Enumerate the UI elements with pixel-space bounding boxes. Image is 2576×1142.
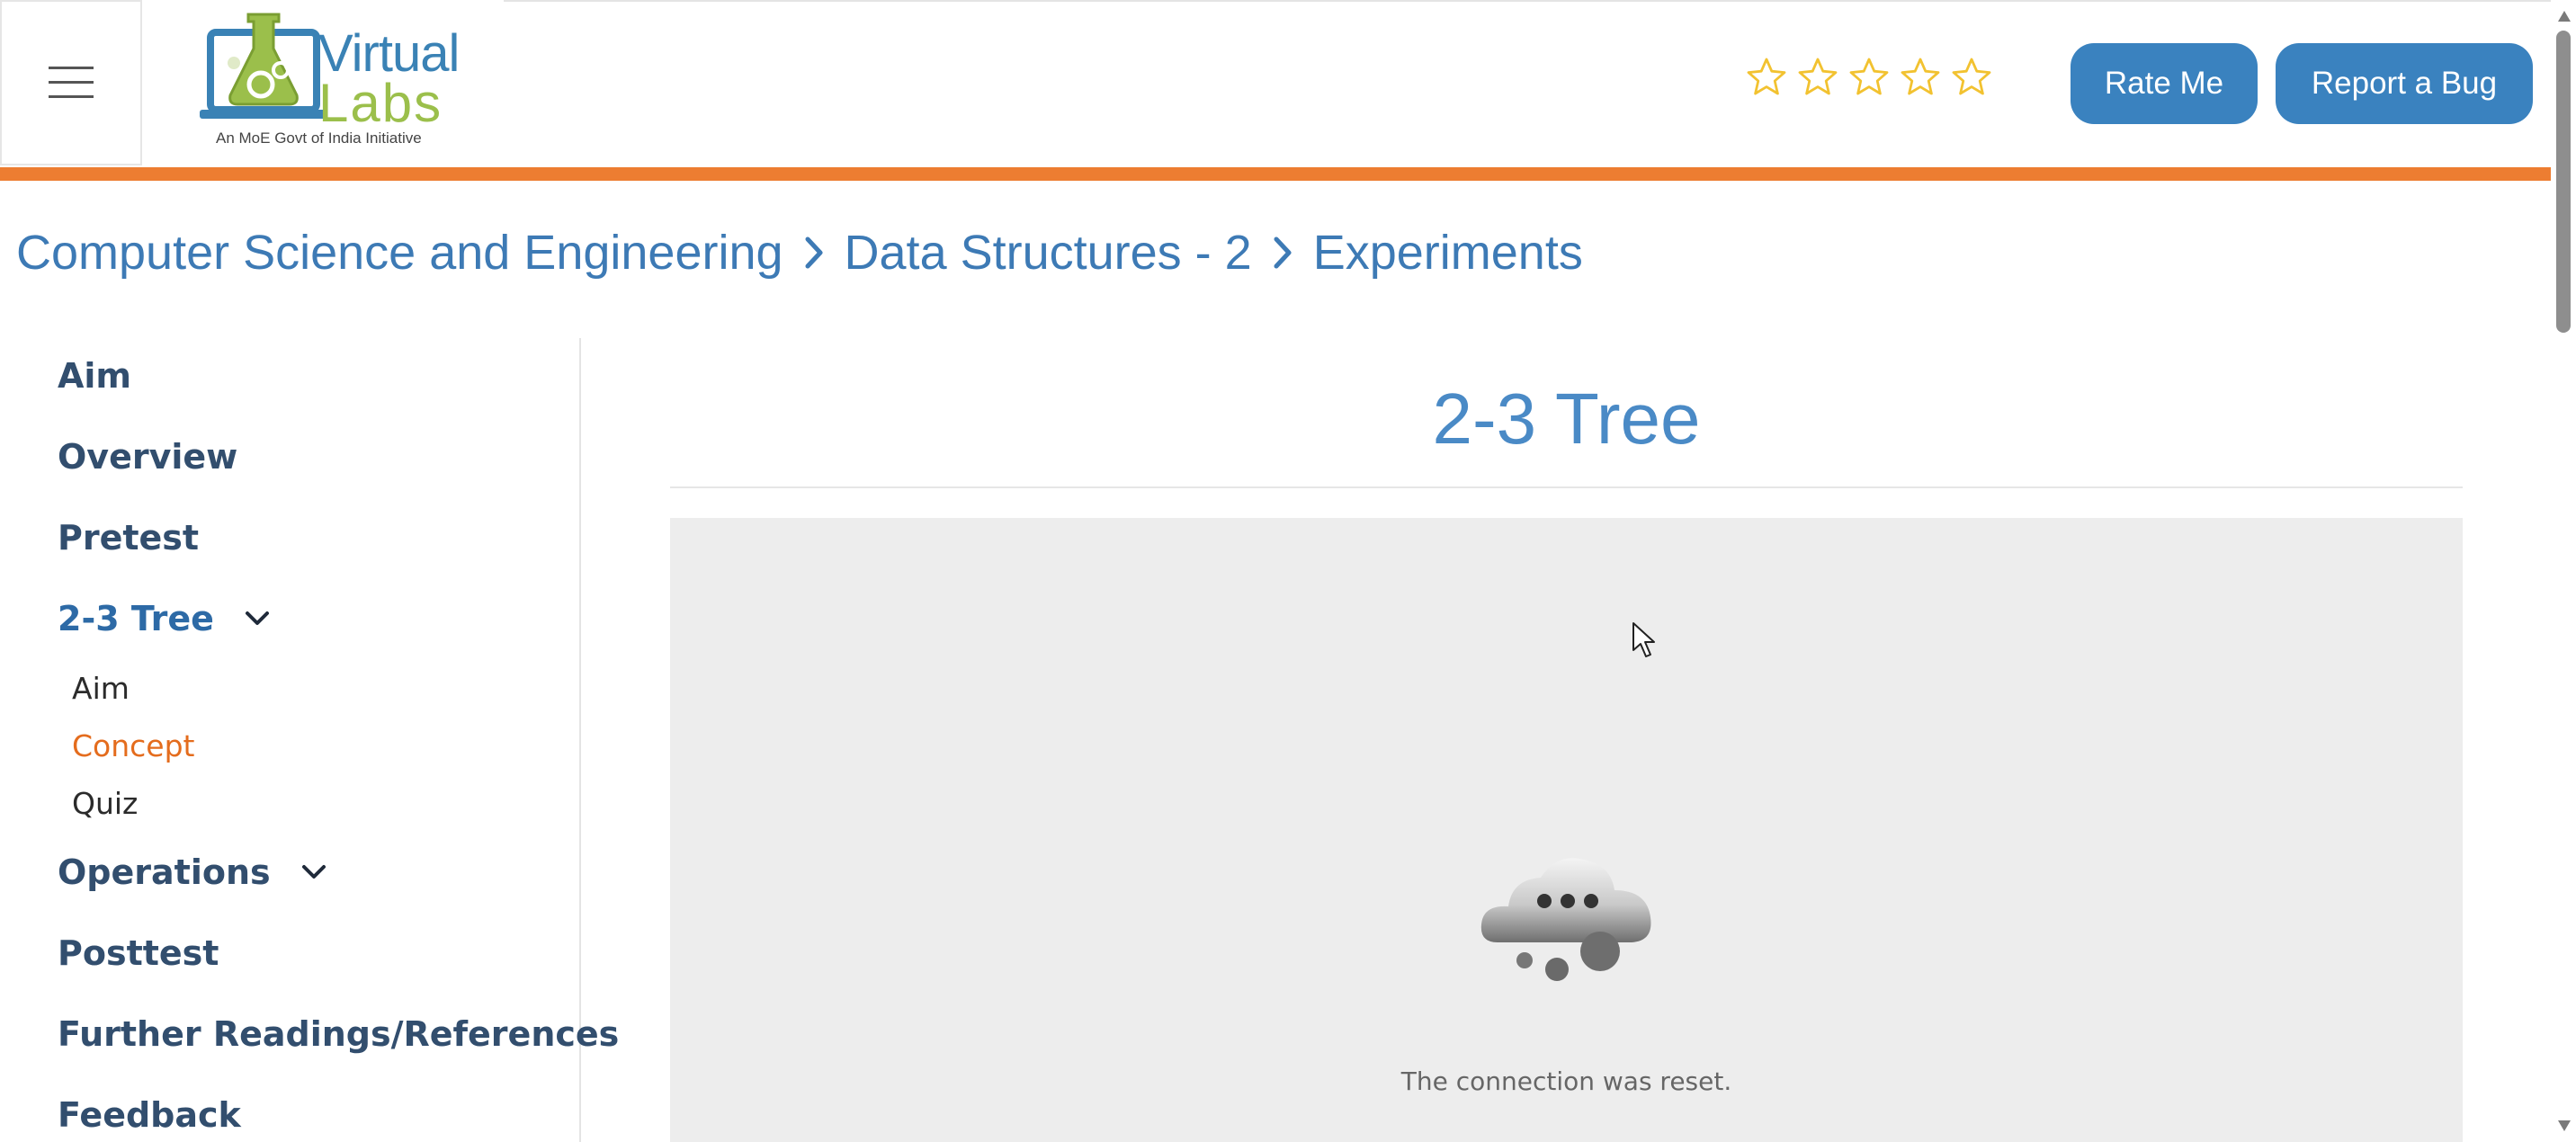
hamburger-menu-icon [49, 67, 94, 98]
virtual-labs-logo[interactable]: Virtual Labs An MoE Govt of India Initia… [198, 13, 460, 153]
sidebar-item-operations[interactable]: Operations [58, 852, 328, 892]
sidebar-nav: Aim Overview Pretest 2-3 Tree Aim Concep… [0, 338, 619, 1142]
chevron-right-icon [796, 228, 832, 278]
cloud-error-icon [1480, 858, 1651, 981]
scroll-up-arrow-icon[interactable] [2558, 11, 2571, 22]
breadcrumb: Computer Science and Engineering Data St… [16, 225, 1583, 281]
scroll-thumb[interactable] [2556, 31, 2571, 333]
page-scrollbar[interactable] [2551, 0, 2576, 1142]
breadcrumb-department[interactable]: Computer Science and Engineering [16, 225, 783, 281]
logo-word-labs: Labs [318, 73, 443, 133]
sidebar-item-feedback[interactable]: Feedback [58, 1095, 241, 1135]
breadcrumb-lab[interactable]: Data Structures - 2 [845, 225, 1252, 281]
sidebar-item-aim[interactable]: Aim [58, 356, 131, 396]
sidebar-item-label: Operations [58, 852, 271, 892]
scroll-down-arrow-icon[interactable] [2558, 1120, 2571, 1131]
sidebar-item-label: Aim [58, 356, 132, 396]
sidebar-item-label: 2-3 Tree [58, 599, 214, 638]
rating-stars [1745, 56, 1993, 99]
sidebar-item-overview[interactable]: Overview [58, 437, 237, 477]
sidebar-item-pretest[interactable]: Pretest [58, 518, 199, 558]
header-top-border [504, 0, 2551, 2]
sidebar-item-label: Feedback [58, 1095, 241, 1135]
sidebar-subitem-aim[interactable]: Aim [72, 671, 130, 706]
star-outline-icon[interactable] [1847, 56, 1891, 99]
sidebar-item-label: Overview [58, 437, 238, 477]
sidebar-item-label: Pretest [58, 518, 200, 558]
report-bug-button[interactable]: Report a Bug [2276, 43, 2533, 124]
header-accent-bar [0, 167, 2551, 181]
star-outline-icon[interactable] [1796, 56, 1839, 99]
hamburger-menu-button[interactable] [0, 0, 142, 165]
star-outline-icon[interactable] [1950, 56, 1993, 99]
simulation-iframe[interactable]: The connection was reset. [670, 518, 2463, 1142]
chevron-down-icon[interactable] [301, 859, 328, 886]
chevron-down-icon[interactable] [245, 605, 272, 632]
sidebar-item-label: Further Readings/References [58, 1014, 620, 1054]
page-title: 2-3 Tree [1432, 379, 1701, 459]
star-outline-icon[interactable] [1899, 56, 1942, 99]
title-divider [670, 486, 2463, 488]
breadcrumb-experiments[interactable]: Experiments [1313, 225, 1583, 281]
logo-tagline: An MoE Govt of India Initiative [216, 129, 422, 147]
connection-error-message: The connection was reset. [1400, 1066, 1732, 1096]
sidebar-subitem-concept[interactable]: Concept [72, 728, 194, 763]
sidebar-item-further-readings[interactable]: Further Readings/References [58, 1014, 619, 1054]
chevron-right-icon [1265, 228, 1301, 278]
sidebar-item-label: Posttest [58, 933, 219, 973]
sidebar-item-posttest[interactable]: Posttest [58, 933, 219, 973]
sidebar-subitem-quiz[interactable]: Quiz [72, 786, 138, 821]
site-header: Virtual Labs An MoE Govt of India Initia… [0, 0, 2551, 167]
mouse-pointer-icon [1632, 622, 1655, 657]
sidebar-item-2-3-tree[interactable]: 2-3 Tree [58, 599, 272, 638]
star-outline-icon[interactable] [1745, 56, 1788, 99]
rate-me-button[interactable]: Rate Me [2071, 43, 2258, 124]
